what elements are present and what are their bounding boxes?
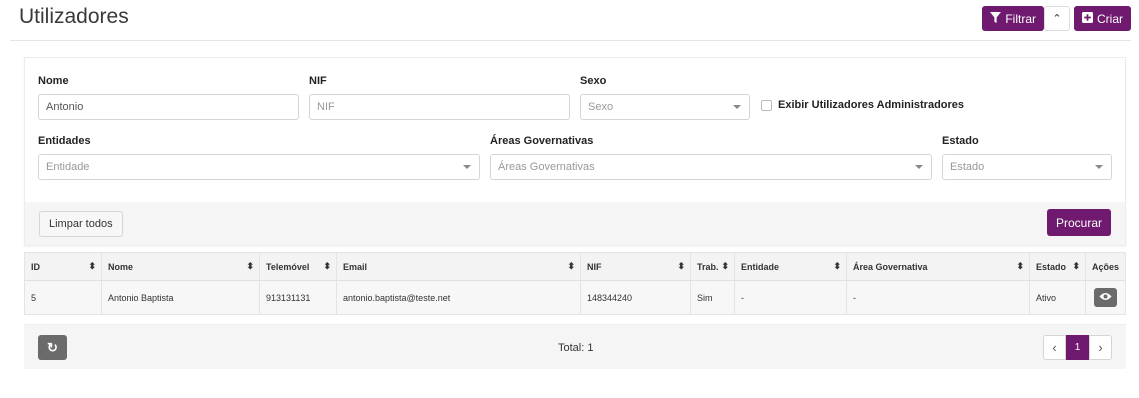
entities-select-value: Entidade <box>46 161 90 173</box>
cell-actions <box>1086 281 1125 314</box>
eye-icon <box>1099 292 1112 303</box>
cell-entity: - <box>735 281 847 314</box>
column-header-id[interactable]: ID ⬍ <box>25 253 102 280</box>
admin-checkbox-row[interactable]: Exibir Utilizadores Administradores <box>761 99 964 111</box>
column-header-state[interactable]: Estado ⬍ <box>1030 253 1086 280</box>
refresh-button[interactable]: ↻ <box>38 335 67 360</box>
sex-label: Sexo <box>580 75 607 87</box>
name-input[interactable]: Antonio <box>38 94 299 120</box>
caret-down-icon <box>1095 165 1103 169</box>
column-header-actions: Ações <box>1092 261 1120 272</box>
sort-icon: ⬍ <box>1072 261 1080 271</box>
cell-trab: Sim <box>691 281 735 314</box>
filter-panel-footer: Limpar todos Procurar <box>25 202 1125 245</box>
chevron-left-icon: ‹ <box>1052 340 1057 355</box>
column-header-trab[interactable]: Trab. ⬍ <box>691 253 735 280</box>
sort-icon: ⬍ <box>677 261 685 271</box>
caret-down-icon <box>915 165 923 169</box>
cell-nif: 148344240 <box>581 281 691 314</box>
sort-icon: ⬍ <box>721 261 729 271</box>
nif-input[interactable]: NIF <box>309 94 570 120</box>
admin-checkbox-label: Exibir Utilizadores Administradores <box>778 99 965 111</box>
state-select-value: Estado <box>950 161 985 173</box>
table-row: 5 Antonio Baptista 913131131 antonio.bap… <box>25 281 1125 314</box>
sex-select-value: Sexo <box>588 101 614 113</box>
sort-icon: ⬍ <box>833 261 841 271</box>
filter-icon <box>990 11 1002 26</box>
sort-icon: ⬍ <box>323 261 331 271</box>
filter-panel: Nome Antonio NIF NIF Sexo Sexo Exibir Ut… <box>24 57 1126 246</box>
name-label: Nome <box>38 75 69 87</box>
collapse-filters-button[interactable]: ⌃ <box>1044 6 1070 31</box>
cell-area: - <box>847 281 1030 314</box>
cell-state: Ativo <box>1030 281 1086 314</box>
refresh-icon: ↻ <box>47 339 58 355</box>
create-button-label: Criar <box>1097 11 1123 26</box>
table-header-row: ID ⬍ Nome ⬍ Telemóvel ⬍ Email ⬍ NIF ⬍ Trab. ⬍ … <box>25 253 1125 281</box>
header-divider <box>10 40 1131 41</box>
sort-icon: ⬍ <box>88 261 96 271</box>
areas-select[interactable]: Áreas Governativas <box>490 154 932 180</box>
column-header-entity[interactable]: Entidade ⬍ <box>735 253 847 280</box>
total-count: Total: 1 <box>558 342 594 354</box>
column-header-name[interactable]: Nome ⬍ <box>102 253 260 280</box>
entities-label: Entidades <box>38 135 91 147</box>
table-footer: ↻ Total: 1 ‹ 1 › <box>24 324 1126 369</box>
column-header-email[interactable]: Email ⬍ <box>337 253 581 280</box>
caret-down-icon <box>463 165 471 169</box>
cell-phone: 913131131 <box>260 281 337 314</box>
cell-id: 5 <box>25 281 102 314</box>
column-header-phone[interactable]: Telemóvel ⬍ <box>260 253 337 280</box>
state-label: Estado <box>942 135 979 147</box>
clear-all-button[interactable]: Limpar todos <box>39 211 123 237</box>
caret-down-icon <box>733 105 741 109</box>
create-button[interactable]: Criar <box>1074 6 1131 31</box>
cell-name: Antonio Baptista <box>102 281 260 314</box>
column-header-area[interactable]: Área Governativa ⬍ <box>847 253 1030 280</box>
sort-icon: ⬍ <box>567 261 575 271</box>
sex-select[interactable]: Sexo <box>580 94 750 120</box>
plus-square-icon <box>1082 11 1093 26</box>
column-header-nif[interactable]: NIF ⬍ <box>581 253 691 280</box>
cell-email: antonio.baptista@teste.net <box>337 281 581 314</box>
nif-label: NIF <box>309 75 327 87</box>
filter-button[interactable]: Filtrar <box>982 6 1044 31</box>
users-table: ID ⬍ Nome ⬍ Telemóvel ⬍ Email ⬍ NIF ⬍ Trab. ⬍ … <box>24 252 1126 315</box>
areas-label: Áreas Governativas <box>490 135 594 147</box>
sort-icon: ⬍ <box>1016 261 1024 271</box>
sort-icon: ⬍ <box>246 261 254 271</box>
view-button[interactable] <box>1094 288 1117 307</box>
entities-select[interactable]: Entidade <box>38 154 480 180</box>
next-page-button[interactable]: › <box>1089 335 1112 360</box>
page-number-button[interactable]: 1 <box>1066 335 1089 360</box>
pagination: ‹ 1 › <box>1043 335 1112 360</box>
chevron-right-icon: › <box>1098 340 1103 355</box>
prev-page-button[interactable]: ‹ <box>1043 335 1066 360</box>
chevron-up-icon: ⌃ <box>1052 13 1062 25</box>
filter-button-label: Filtrar <box>1005 11 1036 26</box>
search-button[interactable]: Procurar <box>1046 209 1111 236</box>
page-title: Utilizadores <box>19 5 129 28</box>
admin-checkbox[interactable] <box>761 99 772 111</box>
areas-select-value: Áreas Governativas <box>498 161 595 173</box>
top-actions: Filtrar ⌃ Criar <box>982 6 1131 31</box>
state-select[interactable]: Estado <box>942 154 1112 180</box>
